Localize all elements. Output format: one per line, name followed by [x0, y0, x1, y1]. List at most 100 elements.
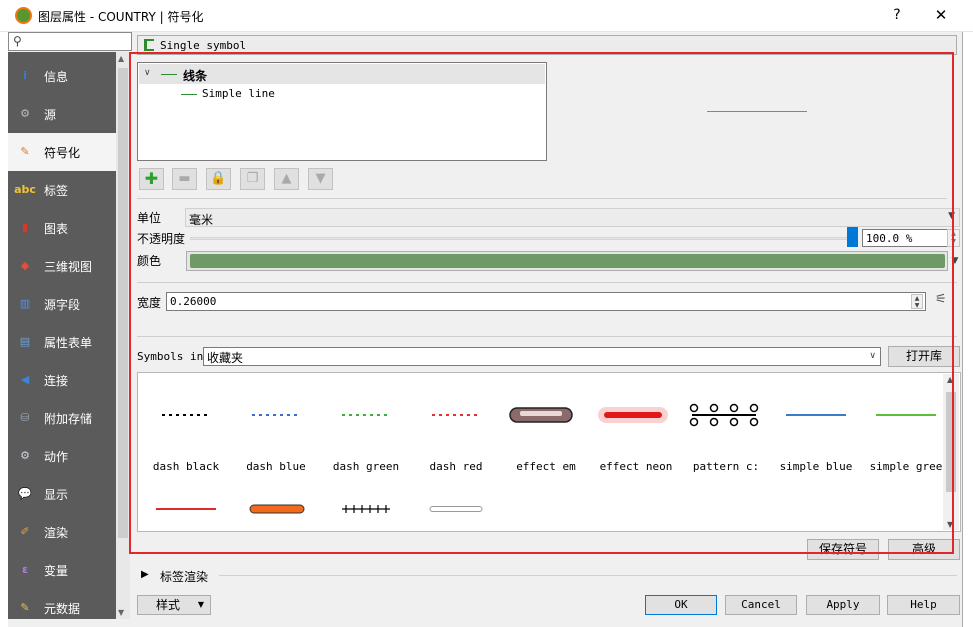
save-symbol-button[interactable]: 保存符号	[807, 539, 879, 560]
symbol-item[interactable]: effect em	[502, 385, 590, 473]
unit-select[interactable]: 毫米 ▼	[185, 208, 960, 227]
sidebar-item[interactable]: ▥ 源字段	[8, 285, 116, 323]
opacity-stepper[interactable]: ▲ ▼	[947, 229, 960, 247]
library-scrollbar[interactable]: ▲ ▼	[943, 374, 959, 530]
symbol-preview-icon	[252, 414, 300, 416]
paintbrush-icon: ✎	[20, 145, 30, 158]
width-stepper[interactable]: ▲ ▼	[911, 294, 923, 309]
symbol-item[interactable]: pattern c:	[682, 385, 770, 473]
sidebar-item-label: 源字段	[44, 298, 81, 312]
apply-button[interactable]: Apply	[806, 595, 880, 615]
symbol-item[interactable]	[322, 479, 410, 531]
background-window-left	[0, 32, 8, 627]
ok-button[interactable]: OK	[645, 595, 717, 615]
divider	[219, 575, 957, 576]
sidebar-item[interactable]: ✐ 渲染	[8, 513, 116, 551]
sidebar-item[interactable]: abc 标签	[8, 171, 116, 209]
sidebar-item-label: 源	[44, 108, 57, 122]
symbol-name: dash green	[332, 460, 400, 473]
color-label: 颜色	[137, 254, 162, 268]
unit-label: 单位	[137, 211, 162, 225]
search-input[interactable]: ⚲	[8, 32, 132, 51]
symbol-group-select[interactable]: 收藏夹 ∨	[203, 347, 881, 366]
symbol-preview-icon	[689, 403, 759, 427]
symbol-item[interactable]: simple blue	[772, 385, 860, 473]
symbol-item[interactable]: dash red	[412, 385, 500, 473]
symbol-item[interactable]: simple gree	[862, 385, 950, 473]
symbol-name: effect em	[516, 460, 576, 473]
sidebar-item[interactable]: i 信息	[8, 57, 116, 95]
label-rendering-section[interactable]: ▶ 标签渲染	[139, 567, 959, 585]
symbol-preview-icon	[162, 414, 210, 416]
scroll-down-icon[interactable]: ▼	[118, 608, 124, 617]
line-symbol-icon	[161, 74, 177, 75]
tree-child-label[interactable]: Simple line	[202, 87, 275, 100]
symbol-item[interactable]: dash black	[142, 385, 230, 473]
sidebar-item[interactable]: ⚙ 源	[8, 95, 116, 133]
symbol-item[interactable]: dash blue	[232, 385, 320, 473]
scroll-thumb[interactable]	[118, 68, 128, 538]
sidebar-item[interactable]: ▮ 图表	[8, 209, 116, 247]
symbol-layer-tree: ∨ 线条 Simple line	[137, 62, 547, 161]
move-down-button[interactable]: ▼	[308, 168, 333, 190]
symbol-preview-icon	[432, 414, 480, 416]
symbol-item[interactable]: dash green	[322, 385, 410, 473]
width-spinbox[interactable]: 0.26000 ▲ ▼	[166, 292, 926, 311]
tree-root-row[interactable]: ∨ 线条	[139, 64, 545, 84]
sidebar-item[interactable]: ⚙ 动作	[8, 437, 116, 475]
open-library-button[interactable]: 打开库	[888, 346, 960, 367]
opacity-slider-handle[interactable]	[847, 227, 858, 247]
scroll-thumb[interactable]	[946, 392, 956, 492]
symbols-in-label: Symbols in	[137, 350, 204, 363]
symbol-preview-icon	[342, 414, 390, 416]
advanced-button[interactable]: 高级	[888, 539, 960, 560]
sidebar-item[interactable]: ✎ 符号化	[8, 133, 116, 171]
scroll-down-icon[interactable]: ▼	[947, 520, 953, 529]
collapse-icon[interactable]: ∨	[144, 68, 151, 78]
remove-layer-button[interactable]: ▬	[172, 168, 197, 190]
symbol-name: dash blue	[246, 460, 306, 473]
symbol-item[interactable]	[412, 479, 500, 531]
help-dialog-button[interactable]: Help	[887, 595, 960, 615]
expand-arrow-icon[interactable]: ▶	[141, 569, 149, 580]
renderer-select[interactable]: Single symbol	[137, 35, 957, 55]
cube-3d-icon: ◆	[20, 259, 30, 272]
lock-layer-button[interactable]: 🔒	[206, 168, 231, 190]
symbol-item[interactable]: effect neon	[592, 385, 680, 473]
color-button[interactable]	[186, 251, 948, 271]
scroll-up-icon[interactable]: ▲	[947, 375, 953, 384]
color-dropdown-icon[interactable]: ▼	[948, 251, 962, 271]
help-button[interactable]: ?	[884, 5, 910, 25]
sidebar-item[interactable]: 💬 显示	[8, 475, 116, 513]
opacity-spinbox[interactable]: 100.0 %	[862, 229, 948, 247]
sidebar-item[interactable]: ◆ 三维视图	[8, 247, 116, 285]
speech-bubble-icon: 💬	[18, 487, 32, 500]
sidebar-item-label: 动作	[44, 450, 69, 464]
sidebar-item-label: 标签	[44, 184, 69, 198]
scroll-up-icon[interactable]: ▲	[118, 54, 124, 63]
style-button[interactable]: 样式 ▼	[137, 595, 211, 615]
sidebar-item[interactable]: ▤ 属性表单	[8, 323, 116, 361]
symbol-name: dash red	[429, 460, 483, 473]
sidebar-item-label: 三维视图	[44, 260, 93, 274]
sidebar-item-label: 附加存储	[44, 412, 93, 426]
sidebar-item[interactable]: ε 变量	[8, 551, 116, 589]
duplicate-layer-button[interactable]: ❐	[240, 168, 265, 190]
opacity-slider[interactable]	[190, 237, 850, 240]
symbol-item[interactable]	[232, 479, 320, 531]
close-button[interactable]: ✕	[928, 5, 954, 25]
abc-label-icon: abc	[14, 183, 36, 196]
sidebar-item[interactable]: ◀ 连接	[8, 361, 116, 399]
search-icon: ⚲	[13, 34, 22, 48]
move-up-button[interactable]: ▲	[274, 168, 299, 190]
add-layer-button[interactable]: ✚	[139, 168, 164, 190]
join-icon: ◀	[20, 373, 30, 386]
style-button-label: 样式	[156, 598, 181, 612]
cancel-button[interactable]: Cancel	[725, 595, 797, 615]
symbol-item[interactable]	[142, 479, 230, 531]
symbol-name: effect neon	[599, 460, 673, 473]
sidebar-item[interactable]: ✎ 元数据	[8, 589, 116, 619]
data-defined-override-icon[interactable]: ⚟	[935, 292, 959, 311]
sidebar-scrollbar[interactable]: ▲ ▼	[116, 52, 130, 619]
sidebar-item[interactable]: ⛁ 附加存储	[8, 399, 116, 437]
